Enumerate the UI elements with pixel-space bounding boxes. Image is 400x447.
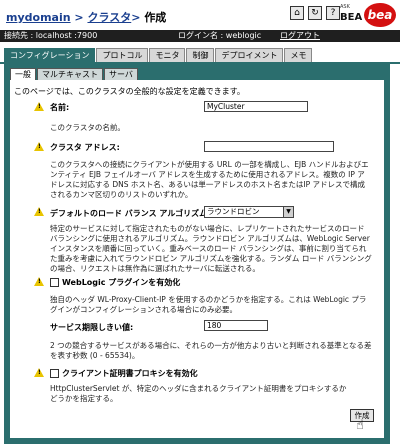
page-title: 作成 bbox=[144, 11, 167, 24]
cert-proxy-checkbox[interactable] bbox=[50, 369, 59, 378]
threshold-label: サービス期限しきい値: bbox=[50, 323, 134, 332]
tab-notes[interactable]: メモ bbox=[284, 48, 313, 62]
cursor-hand-icon: ☝ bbox=[356, 418, 364, 433]
connection-text: 接続先 : localhost :7900 bbox=[4, 31, 98, 40]
plugin-description: 独自のヘッダ WL-Proxy-Client-IP を使用するのかどうかを指定す… bbox=[50, 295, 367, 314]
top-tabs: コンフィグレーション プロトコル モニタ 制御 デプロイメント メモ bbox=[4, 48, 313, 63]
ask-bea-link[interactable]: BEA bbox=[340, 12, 362, 23]
breadcrumb-domain-link[interactable]: mydomain bbox=[6, 11, 71, 24]
refresh-icon[interactable]: ↻ bbox=[308, 6, 322, 20]
warning-icon bbox=[34, 207, 44, 216]
header-icons: ⌂ ↻ ? bbox=[290, 6, 340, 20]
breadcrumb: mydomain > クラスタ> 作成 bbox=[6, 9, 166, 25]
warning-icon bbox=[34, 102, 44, 111]
breadcrumb-separator: > bbox=[74, 11, 84, 24]
cluster-address-description: このクラスタへの接続にクライアントが使用する URL の一部を構成し、EJB ハ… bbox=[50, 160, 369, 199]
warning-icon bbox=[34, 368, 44, 377]
plugin-checkbox[interactable] bbox=[50, 278, 59, 287]
header: mydomain > クラスタ> 作成 ⌂ ↻ ? ASK BEA bea bbox=[0, 0, 400, 30]
threshold-description: 2 つの競合するサービスがある場合に、それらの一方が他方より古いと判断される基準… bbox=[50, 341, 372, 360]
cluster-address-input[interactable] bbox=[204, 141, 334, 152]
tab-deployments[interactable]: デプロイメント bbox=[215, 48, 284, 62]
tab-servers[interactable]: サーバ bbox=[104, 68, 138, 80]
breadcrumb-separator: > bbox=[131, 11, 141, 24]
load-balance-select[interactable]: ラウンドロビン ▼ bbox=[204, 206, 294, 218]
name-input[interactable] bbox=[204, 101, 308, 112]
bea-logo: bea bbox=[364, 3, 396, 27]
warning-icon bbox=[34, 277, 44, 286]
login-text: ログイン名 : weblogic bbox=[178, 31, 262, 40]
name-description: このクラスタの名前。 bbox=[50, 123, 125, 132]
tab-monitoring[interactable]: モニタ bbox=[149, 48, 186, 62]
load-balance-value: ラウンドロビン bbox=[207, 207, 260, 216]
cert-proxy-label: クライアント証明書プロキシを有効化 bbox=[62, 369, 198, 378]
cluster-address-label: クラスタ アドレス: bbox=[50, 143, 120, 152]
intro-text: このページでは、このクラスタの全般的な設定を定義できます。 bbox=[14, 87, 245, 96]
status-bar: 接続先 : localhost :7900 ログイン名 : weblogic ロ… bbox=[0, 30, 400, 42]
chevron-down-icon[interactable]: ▼ bbox=[283, 207, 293, 217]
threshold-input[interactable] bbox=[204, 320, 268, 331]
warning-icon bbox=[34, 142, 44, 151]
cert-proxy-description: HttpClusterServlet が、特定のヘッダに含まれるクライアント証明… bbox=[50, 384, 347, 403]
tab-configuration[interactable]: コンフィグレーション bbox=[4, 48, 96, 63]
ask-label: ASK bbox=[340, 4, 350, 10]
load-balance-label: デフォルトのロード バランス アルゴリズム: bbox=[50, 209, 211, 218]
breadcrumb-cluster-link[interactable]: クラスタ bbox=[87, 11, 131, 24]
load-balance-description: 特定のサービスに対して指定されたものがない場合に、レプリケートされたサービスのロ… bbox=[50, 224, 372, 273]
sub-tabs: 一般 マルチキャスト サーバ bbox=[10, 68, 139, 81]
plugin-label: WebLogic プラグインを有効化 bbox=[62, 278, 181, 287]
logout-link[interactable]: ログアウト bbox=[280, 30, 320, 42]
tab-protocol[interactable]: プロトコル bbox=[96, 48, 149, 62]
name-label: 名前: bbox=[50, 103, 70, 112]
tab-control[interactable]: 制御 bbox=[186, 48, 215, 62]
help-icon[interactable]: ? bbox=[326, 6, 340, 20]
tab-multicast[interactable]: マルチキャスト bbox=[37, 68, 103, 80]
home-icon[interactable]: ⌂ bbox=[290, 6, 304, 20]
